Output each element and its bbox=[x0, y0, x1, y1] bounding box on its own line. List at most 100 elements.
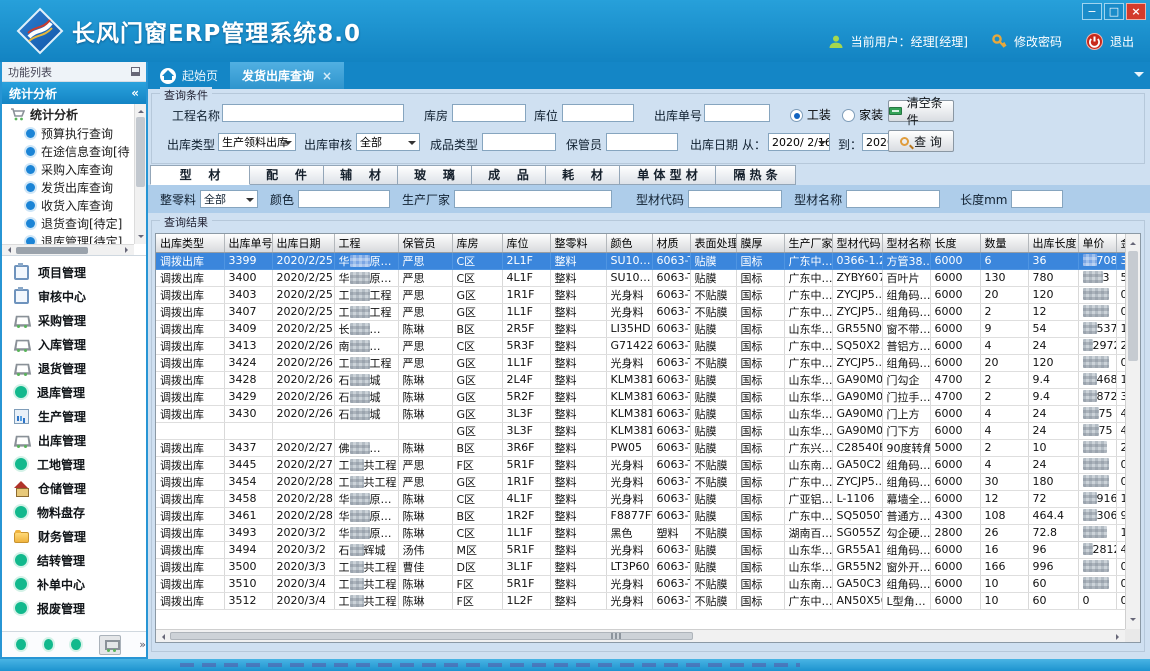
profile-code-input[interactable] bbox=[688, 190, 782, 208]
table-row[interactable]: 调拨出库34242020/2/26工工程严思G区1L1F整料光身料6063-T5… bbox=[156, 354, 1140, 371]
column-header[interactable]: 保管员 bbox=[398, 234, 452, 252]
more-buttons-chevron[interactable]: » bbox=[139, 640, 146, 650]
radio-work-fit[interactable] bbox=[790, 109, 803, 122]
material-tab[interactable]: 辅 材 bbox=[324, 165, 398, 185]
close-button[interactable]: × bbox=[1126, 3, 1146, 20]
keeper-input[interactable] bbox=[606, 133, 678, 151]
column-header[interactable]: 出库长度 bbox=[1028, 234, 1078, 252]
warehouse-input[interactable] bbox=[452, 104, 526, 122]
table-row[interactable]: 调拨出库34372020/2/27佛…陈琳B区3R6F整料PW056063-T5… bbox=[156, 439, 1140, 456]
table-row[interactable]: G区3L3F整料KLM38176063-T5贴膜国标山东华…GA90M09.门下… bbox=[156, 422, 1140, 439]
sidebar-item-退库管理[interactable]: 退库管理 bbox=[2, 380, 146, 404]
length-input[interactable] bbox=[1011, 190, 1063, 208]
column-header[interactable]: 数量 bbox=[980, 234, 1028, 252]
tree-item[interactable]: 在途信息查询[待 bbox=[26, 142, 146, 160]
clear-conditions-button[interactable]: 清空条件 bbox=[888, 100, 954, 122]
table-row[interactable]: 调拨出库34132020/2/26南…严思C区5R3F整料G714226063-… bbox=[156, 337, 1140, 354]
tree-item[interactable]: 采购入库查询 bbox=[26, 160, 146, 178]
tab-home[interactable]: 起始页 bbox=[148, 62, 230, 89]
material-tab[interactable]: 单 体 型 材 bbox=[620, 165, 716, 185]
material-tab[interactable]: 耗 材 bbox=[546, 165, 620, 185]
sidebar-item-财务管理[interactable]: 财务管理 bbox=[2, 524, 146, 548]
tree-vertical-scrollbar[interactable] bbox=[134, 104, 146, 244]
nav-dot-button[interactable] bbox=[44, 639, 54, 650]
column-header[interactable]: 膜厚 bbox=[736, 234, 784, 252]
column-header[interactable]: 材质 bbox=[652, 234, 690, 252]
search-button[interactable]: 查 询 bbox=[888, 130, 954, 152]
radio-home-fit[interactable] bbox=[842, 109, 855, 122]
color-input[interactable] bbox=[298, 190, 390, 208]
table-row[interactable]: 调拨出库34542020/2/28工共工程严思G区1R1F整料光身料6063-T… bbox=[156, 473, 1140, 490]
table-row[interactable]: 调拨出库34932020/3/2华原…陈琳C区1L1F整料黑色塑料不贴膜国标湖南… bbox=[156, 524, 1140, 541]
table-row[interactable]: 调拨出库34452020/2/27工共工程严思F区5R1F整料光身料6063-T… bbox=[156, 456, 1140, 473]
tree-horizontal-scrollbar[interactable] bbox=[2, 244, 134, 255]
table-row[interactable]: 调拨出库34302020/2/26石城陈琳G区3L3F整料KLM38176063… bbox=[156, 405, 1140, 422]
column-header[interactable]: 库房 bbox=[452, 234, 502, 252]
material-tab[interactable]: 成 品 bbox=[472, 165, 546, 185]
column-header[interactable]: 出库单号 bbox=[224, 234, 272, 252]
sidebar-item-入库管理[interactable]: 入库管理 bbox=[2, 332, 146, 356]
tree-item[interactable]: 收货入库查询 bbox=[26, 196, 146, 214]
table-row[interactable]: 调拨出库35122020/3/4工共工程陈琳F区1L2F整料光身料6063-T5… bbox=[156, 592, 1140, 609]
sidebar-item-退货管理[interactable]: 退货管理 bbox=[2, 356, 146, 380]
column-header[interactable]: 工程 bbox=[334, 234, 398, 252]
outbound-audit-select[interactable]: 全部 bbox=[356, 133, 420, 151]
table-row[interactable]: 调拨出库34002020/2/25华原…严思C区4L1F整料SU10…6063-… bbox=[156, 269, 1140, 286]
pin-icon[interactable] bbox=[131, 67, 140, 76]
change-password-link[interactable]: 修改密码 bbox=[1014, 33, 1062, 50]
tab-close-icon[interactable]: × bbox=[322, 69, 332, 83]
material-tab[interactable]: 隔 热 条 bbox=[716, 165, 796, 185]
sidebar-item-补单中心[interactable]: 补单中心 bbox=[2, 572, 146, 596]
location-input[interactable] bbox=[562, 104, 634, 122]
profile-name-input[interactable] bbox=[846, 190, 940, 208]
minimize-button[interactable]: − bbox=[1082, 3, 1102, 20]
sidebar-item-生产管理[interactable]: 生产管理 bbox=[2, 404, 146, 428]
table-row[interactable]: 调拨出库34092020/2/25长…陈琳B区2R5F整料LI35HD6063-… bbox=[156, 320, 1140, 337]
sidebar-item-出库管理[interactable]: 出库管理 bbox=[2, 428, 146, 452]
table-row[interactable]: 调拨出库34612020/2/28华原…陈琳B区1R2F整料F8877FT606… bbox=[156, 507, 1140, 524]
tree-item[interactable]: 发货出库查询 bbox=[26, 178, 146, 196]
sidebar-item-结转管理[interactable]: 结转管理 bbox=[2, 548, 146, 572]
nav-cart-button[interactable] bbox=[99, 635, 122, 655]
sidebar-item-仓储管理[interactable]: 仓储管理 bbox=[2, 476, 146, 500]
sidebar-item-项目管理[interactable]: 项目管理 bbox=[2, 260, 146, 284]
table-row[interactable]: 调拨出库34942020/3/2石辉城汤伟M区5R1F整料光身料6063-T5贴… bbox=[156, 541, 1140, 558]
sidebar-item-采购管理[interactable]: 采购管理 bbox=[2, 308, 146, 332]
nav-dot-button[interactable] bbox=[71, 639, 81, 650]
table-row[interactable]: 调拨出库34282020/2/26石城陈琳G区2L4F整料KLM38176063… bbox=[156, 371, 1140, 388]
column-header[interactable]: 库位 bbox=[502, 234, 550, 252]
sidebar-item-工地管理[interactable]: 工地管理 bbox=[2, 452, 146, 476]
grid-vertical-scrollbar[interactable] bbox=[1125, 234, 1140, 629]
collapse-icon[interactable]: « bbox=[131, 86, 139, 100]
grid-horizontal-scrollbar[interactable] bbox=[156, 629, 1125, 642]
tab-list-chevron-icon[interactable] bbox=[1134, 72, 1144, 82]
table-row[interactable]: 调拨出库35102020/3/4工共工程陈琳F区5R1F整料光身料6063-T5… bbox=[156, 575, 1140, 592]
date-from-select[interactable]: 2020/ 2/16 bbox=[768, 133, 830, 151]
sidebar-item-审核中心[interactable]: 审核中心 bbox=[2, 284, 146, 308]
column-header[interactable]: 表面处理 bbox=[690, 234, 736, 252]
column-header[interactable]: 出库类型 bbox=[156, 234, 224, 252]
tree-item[interactable]: 退货查询[待定] bbox=[26, 214, 146, 232]
column-header[interactable]: 型材代码 bbox=[832, 234, 882, 252]
column-header[interactable]: 长度 bbox=[930, 234, 980, 252]
table-row[interactable]: 调拨出库35002020/3/3工共工程曹佳D区3L1F整料LT3P606063… bbox=[156, 558, 1140, 575]
table-row[interactable]: 调拨出库33992020/2/25华原…严思C区2L1F整料SU10…6063-… bbox=[156, 252, 1140, 269]
table-row[interactable]: 调拨出库34292020/2/26石城陈琳G区5R2F整料KLM38176063… bbox=[156, 388, 1140, 405]
tree-root[interactable]: 统计分析 bbox=[2, 104, 146, 124]
column-header[interactable]: 生产厂家 bbox=[784, 234, 832, 252]
table-row[interactable]: 调拨出库34582020/2/28华原…陈琳C区4L1F整料光身料6063-T5… bbox=[156, 490, 1140, 507]
maximize-button[interactable]: □ bbox=[1104, 3, 1124, 20]
column-header[interactable]: 出库日期 bbox=[272, 234, 334, 252]
sidebar-section-header[interactable]: 统计分析 « bbox=[2, 82, 146, 104]
sidebar-item-报废管理[interactable]: 报废管理 bbox=[2, 596, 146, 620]
table-row[interactable]: 调拨出库34032020/2/25工工程严思G区1R1F整料光身料6063-T5… bbox=[156, 286, 1140, 303]
column-header[interactable]: 颜色 bbox=[606, 234, 652, 252]
nav-dot-button[interactable] bbox=[16, 639, 26, 650]
column-header[interactable]: 型材名称 bbox=[882, 234, 930, 252]
product-type-input[interactable] bbox=[482, 133, 556, 151]
material-tab[interactable]: 配 件 bbox=[250, 165, 324, 185]
column-header[interactable]: 单价 bbox=[1078, 234, 1116, 252]
whole-piece-select[interactable]: 全部 bbox=[200, 190, 258, 208]
outbound-type-select[interactable]: 生产领料出库 bbox=[218, 133, 296, 151]
sidebar-item-物料盘存[interactable]: 物料盘存 bbox=[2, 500, 146, 524]
